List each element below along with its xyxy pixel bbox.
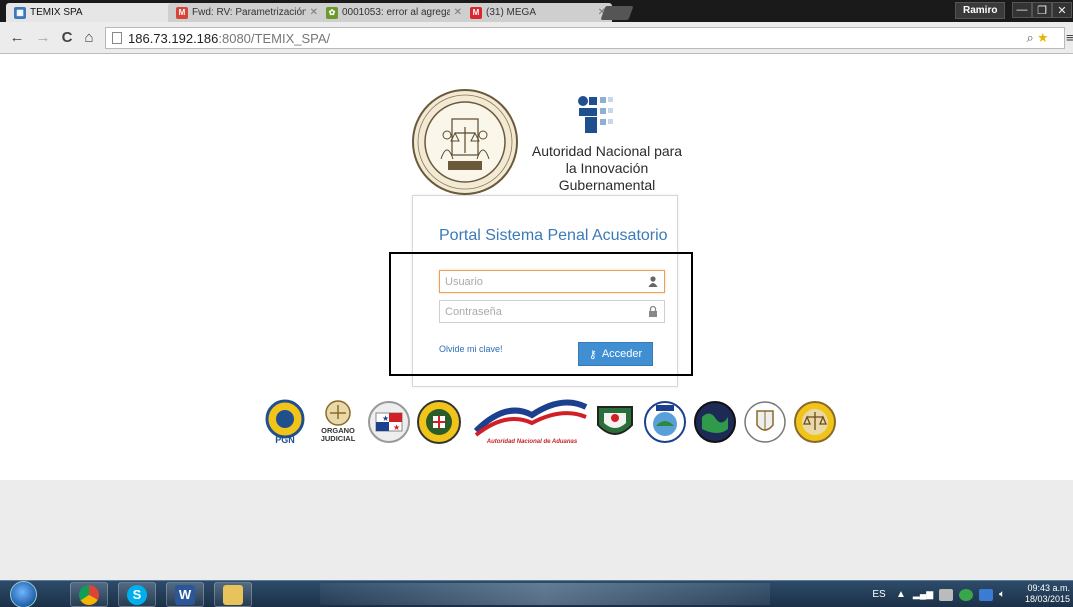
taskbar-blurred-area	[320, 583, 770, 605]
pgn-logo: PGN	[265, 399, 305, 445]
ministerio-shield-logo	[597, 406, 633, 435]
network-icon[interactable]	[979, 588, 994, 601]
reload-icon[interactable]: C	[58, 29, 76, 46]
home-icon[interactable]: ⌂	[80, 29, 98, 46]
language-indicator[interactable]: ES	[866, 589, 892, 600]
menu-icon[interactable]: ≡	[1066, 30, 1073, 45]
security-icon[interactable]	[959, 588, 974, 601]
windows-start-button[interactable]	[10, 581, 37, 607]
mega-icon: M	[470, 6, 482, 19]
tab-temix-spa[interactable]: ▦ TEMIX SPA ✕	[6, 3, 186, 22]
agency-name-line2: la Innovación Gubernamental	[558, 160, 656, 193]
annotation-highlight-box	[389, 252, 693, 376]
justice-scale-seal-logo	[794, 401, 836, 443]
tab-title: (31) MEGA	[486, 7, 537, 18]
new-tab-button[interactable]	[600, 6, 634, 20]
battery-icon[interactable]	[939, 588, 954, 601]
volume-icon[interactable]: 🔈︎	[999, 589, 1005, 600]
word-icon: W	[175, 584, 195, 605]
forward-arrow-icon[interactable]: →	[34, 29, 52, 46]
taskbar-skype[interactable]: S	[118, 582, 156, 607]
folder-icon	[223, 584, 243, 605]
clock-date: 18/03/2015	[1024, 594, 1070, 604]
aduanas-logo: Autoridad Nacional de Aduanas	[473, 399, 588, 445]
clock-time: 09:43 a.m.	[1027, 583, 1070, 593]
taskbar-clock[interactable]: 09:43 a.m. 18/03/2015	[1015, 583, 1070, 605]
close-icon[interactable]: ✕	[310, 7, 318, 18]
search-icon[interactable]: ⌕	[1027, 30, 1034, 45]
tab-mantis[interactable]: ✿ 0001053: error al agregar a ✕	[318, 3, 468, 22]
taskbar-chrome[interactable]	[70, 582, 108, 607]
svg-text:★: ★	[393, 423, 400, 432]
organo-judicial-logo: ORGANO JUDICIAL	[321, 400, 356, 443]
gmail-icon: M	[176, 6, 188, 19]
agency-name-line1: Autoridad Nacional para	[531, 143, 683, 159]
pgn-label: PGN	[275, 435, 295, 445]
page-icon	[112, 32, 122, 44]
browser-toolbar: ← → C ⌂ 186.73.192.186:8080/TEMIX_SPA/ ⌕…	[0, 22, 1073, 54]
page-body: Autoridad Nacional para la Innovación Gu…	[0, 55, 1073, 480]
url-path: :8080/TEMIX_SPA/	[218, 30, 331, 46]
header-logos: Autoridad Nacional para la Innovación Gu…	[410, 87, 690, 197]
close-icon[interactable]: ✕	[454, 7, 462, 18]
spa-seal-logo	[412, 89, 518, 195]
taskbar-explorer[interactable]	[214, 582, 252, 607]
page-icon: ▦	[14, 6, 26, 19]
globe-seal-logo	[694, 401, 736, 443]
window-controls: — ❐ ✕	[1012, 2, 1072, 18]
republica-panama-seal-logo	[644, 401, 686, 443]
browser-tab-strip: ▦ TEMIX SPA ✕ M Fwd: RV: Parametrización…	[0, 0, 1073, 22]
institution-logos: PGN ORGANO JUDICIAL ★ ★ Autoridad Nacion…	[262, 393, 836, 455]
back-arrow-icon[interactable]: ←	[8, 29, 26, 46]
windows-taskbar: S W ES ▲ ▂▄▆ 🔈︎ 09:43 a.m. 18/03/2015	[0, 580, 1073, 607]
chrome-icon	[79, 584, 99, 605]
star-icon[interactable]: ★	[1037, 30, 1048, 45]
close-window-icon[interactable]: ✕	[1052, 2, 1072, 18]
login-title: Portal Sistema Penal Acusatorio	[439, 227, 668, 244]
mantis-icon: ✿	[326, 6, 338, 19]
show-hidden-icons-icon[interactable]: ▲	[896, 589, 906, 600]
skype-icon: S	[127, 584, 147, 605]
svg-text:★: ★	[382, 414, 389, 423]
tab-mega[interactable]: M (31) MEGA ✕	[462, 3, 612, 22]
page-footer-area	[0, 480, 1073, 580]
aduanas-label: Autoridad Nacional de Aduanas	[486, 439, 578, 445]
tab-title: Fwd: RV: Parametrización	[192, 7, 306, 18]
police-shield-logo	[417, 400, 461, 444]
tab-title: 0001053: error al agregar a	[342, 7, 450, 18]
profile-button[interactable]: Ramiro	[955, 2, 1006, 19]
crest-seal-logo	[744, 401, 786, 443]
taskbar-word[interactable]: W	[166, 582, 204, 607]
svg-text:JUDICIAL: JUDICIAL	[321, 434, 356, 443]
tab-gmail[interactable]: M Fwd: RV: Parametrización ✕	[168, 3, 324, 22]
signal-icon[interactable]: ▂▄▆	[913, 589, 933, 600]
url-host: 186.73.192.186	[128, 30, 219, 46]
restore-icon[interactable]: ❐	[1032, 2, 1052, 18]
panama-star-seal-logo: ★ ★	[368, 401, 410, 443]
minimize-icon[interactable]: —	[1012, 2, 1032, 18]
aig-mark-icon	[578, 96, 613, 133]
address-bar[interactable]: 186.73.192.186:8080/TEMIX_SPA/ ⌕ ★	[105, 27, 1065, 49]
tab-title: TEMIX SPA	[30, 7, 83, 18]
